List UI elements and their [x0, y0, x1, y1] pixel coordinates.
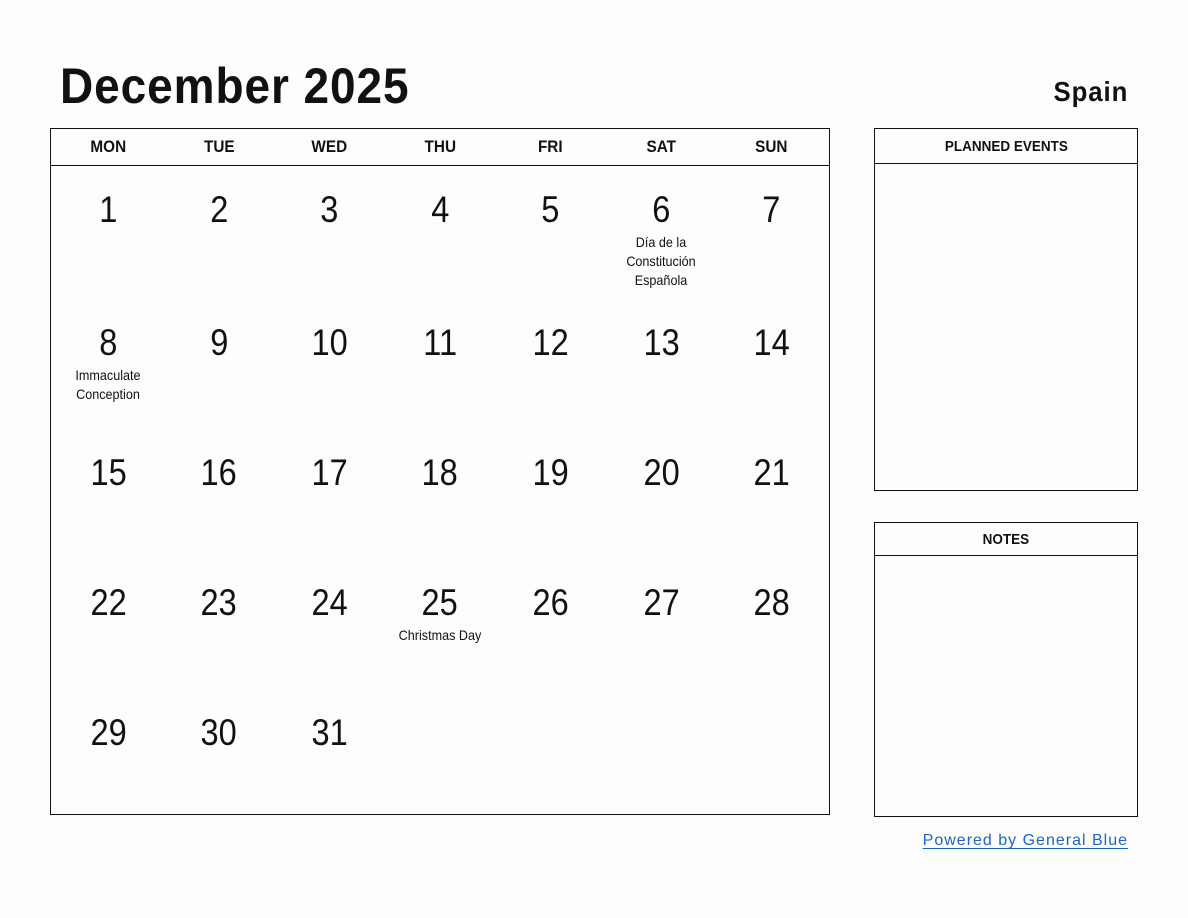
day-cell[interactable]: 4	[385, 166, 496, 299]
day-cell[interactable]: 20	[606, 429, 717, 559]
powered-by-link[interactable]: Powered by General Blue	[923, 832, 1128, 850]
day-number: 18	[421, 452, 459, 493]
day-cell[interactable]: 3	[274, 166, 385, 299]
day-cell[interactable]: 13	[606, 299, 717, 429]
day-number: 2	[209, 189, 228, 230]
day-number: 26	[532, 582, 569, 623]
empty-day-cell	[716, 689, 827, 819]
empty-day-cell	[385, 689, 496, 819]
planned-events-header: PLANNED EVENTS	[875, 129, 1137, 164]
day-cell[interactable]: 11	[385, 299, 496, 429]
page-title: December 2025	[60, 58, 410, 114]
weekday-wed: WED	[311, 137, 348, 156]
day-number: 1	[99, 189, 118, 230]
planned-events-panel: PLANNED EVENTS	[874, 128, 1138, 491]
day-number: 15	[90, 452, 127, 493]
weekday-mon: MON	[90, 137, 127, 156]
day-cell[interactable]: 24	[274, 559, 385, 689]
empty-day-cell	[606, 689, 717, 819]
day-number: 21	[753, 452, 790, 493]
day-number: 22	[90, 582, 127, 623]
day-number: 29	[90, 712, 127, 753]
day-number: 11	[423, 322, 457, 363]
day-number: 23	[200, 582, 237, 623]
day-number: 28	[753, 582, 790, 623]
day-cell[interactable]: 16	[164, 429, 275, 559]
day-number: 3	[320, 189, 339, 230]
notes-header: NOTES	[875, 523, 1137, 556]
day-cell[interactable]: 15	[53, 429, 164, 559]
notes-panel: NOTES	[874, 522, 1138, 817]
planned-events-title: PLANNED EVENTS	[944, 137, 1068, 155]
day-number: 8	[99, 322, 118, 363]
empty-day-cell	[495, 689, 606, 819]
day-number: 9	[209, 322, 228, 363]
country-label: Spain	[1053, 76, 1128, 107]
day-number: 20	[643, 452, 680, 493]
weekday-sat: SAT	[646, 137, 676, 156]
day-cell[interactable]: 17	[274, 429, 385, 559]
day-cell[interactable]: 18	[385, 429, 496, 559]
day-cell[interactable]: 29	[53, 689, 164, 819]
day-cell[interactable]: 7	[716, 166, 827, 299]
day-cell[interactable]: 14	[716, 299, 827, 429]
day-number: 25	[421, 582, 459, 623]
holiday-label: Christmas Day	[398, 627, 482, 643]
day-cell[interactable]: 21	[716, 429, 827, 559]
day-number: 27	[643, 582, 680, 623]
day-cell[interactable]: 8 Immaculate Conception	[53, 299, 164, 429]
day-cell[interactable]: 28	[716, 559, 827, 689]
notes-title: NOTES	[982, 530, 1030, 548]
day-number: 19	[532, 452, 569, 493]
day-cell[interactable]: 27	[606, 559, 717, 689]
day-number: 5	[541, 189, 560, 230]
day-cell[interactable]: 9	[164, 299, 275, 429]
day-number: 7	[762, 189, 781, 230]
weekday-thu: THU	[424, 137, 456, 156]
weekday-header: MON TUE WED THU FRI SAT SUN	[51, 129, 829, 166]
day-cell[interactable]: 23	[164, 559, 275, 689]
day-number: 14	[753, 322, 790, 363]
day-cell[interactable]: 31	[274, 689, 385, 819]
day-cell[interactable]: 22	[53, 559, 164, 689]
planned-events-area[interactable]	[875, 164, 1137, 490]
day-number: 6	[652, 189, 671, 230]
day-number: 31	[311, 712, 348, 753]
day-number: 13	[643, 322, 680, 363]
month-calendar: MON TUE WED THU FRI SAT SUN 1 2 3 4 5 6 Día de…	[50, 128, 830, 815]
day-number: 24	[311, 582, 348, 623]
day-cell[interactable]: 10	[274, 299, 385, 429]
weekday-fri: FRI	[538, 137, 563, 156]
day-cell[interactable]: 6 Día de la Constitución Española	[606, 166, 717, 299]
day-number: 4	[430, 189, 450, 230]
weekday-sun: SUN	[755, 137, 788, 156]
weekday-tue: TUE	[203, 137, 235, 156]
day-number: 30	[200, 712, 237, 753]
day-number: 17	[311, 452, 348, 493]
day-cell[interactable]: 5	[495, 166, 606, 299]
day-cell[interactable]: 25 Christmas Day	[385, 559, 496, 689]
day-cell[interactable]: 26	[495, 559, 606, 689]
holiday-label: Día de la Constitución Española	[626, 234, 696, 288]
calendar-grid: 1 2 3 4 5 6 Día de la Constitución Española 7 8 I…	[51, 166, 829, 819]
day-number: 16	[200, 452, 237, 493]
day-cell[interactable]: 30	[164, 689, 275, 819]
day-number: 10	[311, 322, 348, 363]
day-cell[interactable]: 19	[495, 429, 606, 559]
day-cell[interactable]: 12	[495, 299, 606, 429]
holiday-label: Immaculate Conception	[75, 367, 141, 402]
day-number: 12	[532, 322, 569, 363]
notes-area[interactable]	[875, 556, 1137, 814]
day-cell[interactable]: 1	[53, 166, 164, 299]
day-cell[interactable]: 2	[164, 166, 275, 299]
